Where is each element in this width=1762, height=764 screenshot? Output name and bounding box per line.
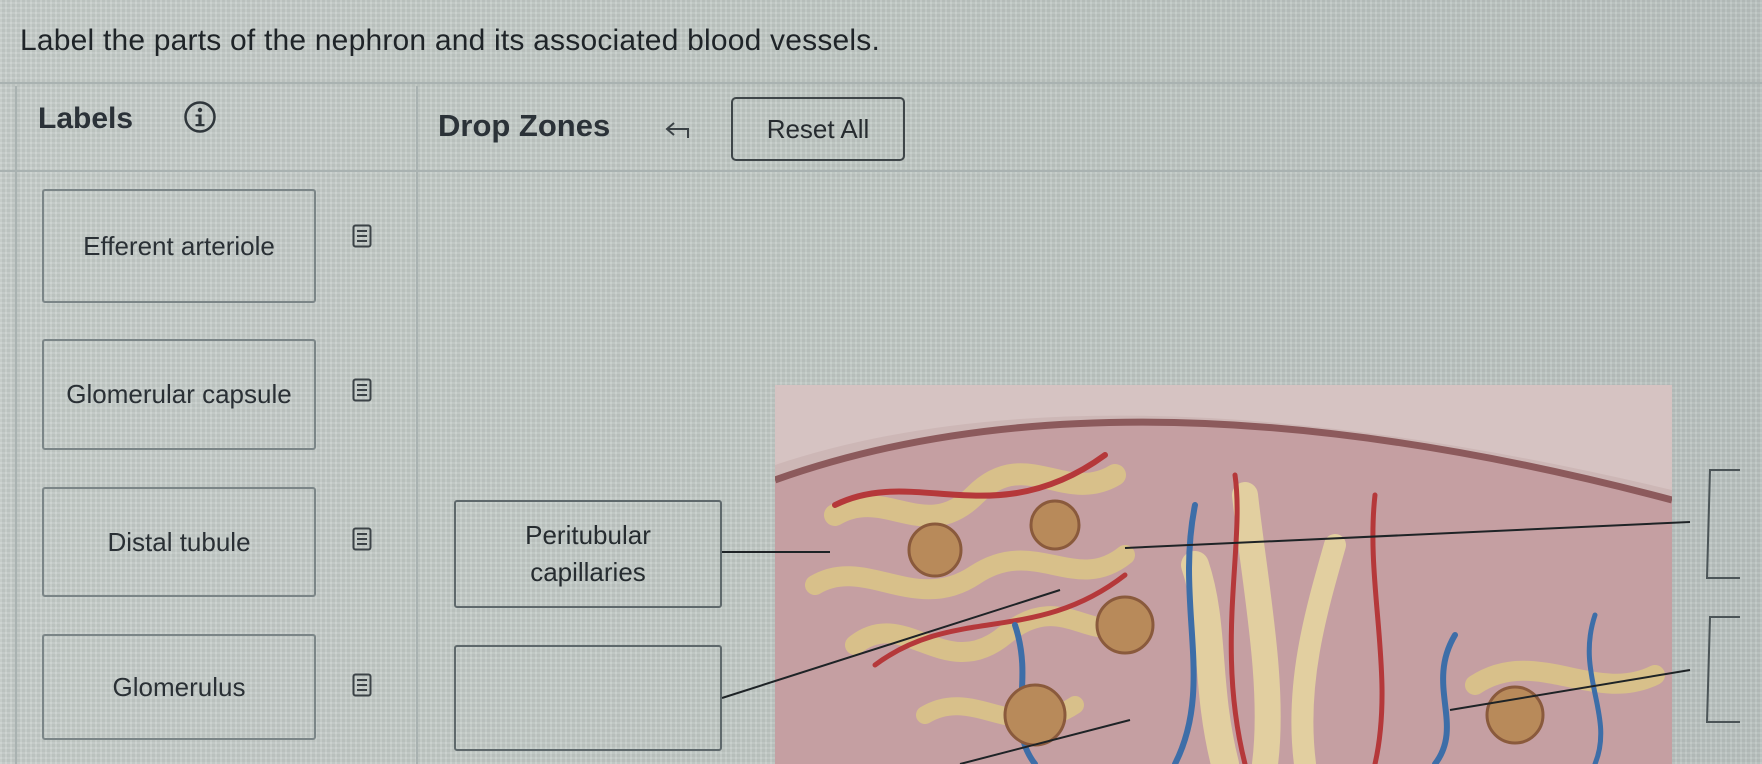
leader-lines <box>721 469 1740 764</box>
drop-zone-empty[interactable] <box>454 645 722 751</box>
drop-zone-text: Peritubular capillaries <box>525 520 651 587</box>
drop-zone-peritubular-capillaries[interactable]: Peritubular capillaries <box>454 500 722 608</box>
